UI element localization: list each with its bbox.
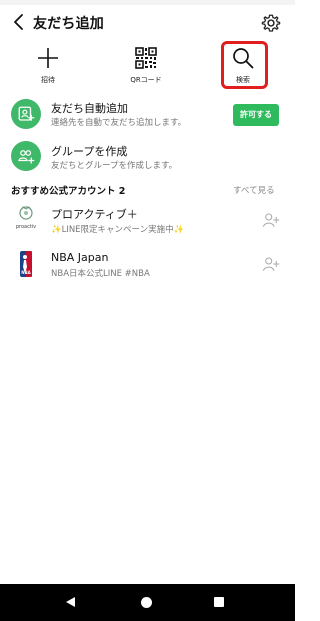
status-bar <box>0 0 295 5</box>
person-add-icon <box>18 106 35 121</box>
square-recents-icon[interactable] <box>214 597 224 607</box>
account-name: プロアクティブ＋ <box>51 208 138 221</box>
auto-add-icon-circle <box>11 99 41 129</box>
create-group-icon-circle <box>11 141 41 171</box>
add-friend-icon[interactable] <box>262 255 280 273</box>
system-navigation-bar <box>0 584 295 621</box>
gear-icon <box>261 14 281 32</box>
allow-button[interactable]: 許可する <box>233 104 279 126</box>
see-all-link[interactable]: すべて見る <box>233 184 275 196</box>
qr-code-icon <box>135 47 157 69</box>
account-name: NBA Japan <box>51 251 109 264</box>
empty-content-area <box>0 288 295 584</box>
plus-icon <box>38 48 58 68</box>
settings-button[interactable] <box>260 12 282 34</box>
search-highlight-box <box>221 41 268 89</box>
triangle-back-icon[interactable] <box>66 597 75 607</box>
group-add-icon <box>18 150 35 164</box>
header: 友だち追加 <box>0 6 295 38</box>
circle-home-icon[interactable] <box>141 597 152 608</box>
account-row-nba[interactable]: NBA NBA Japan NBA日本公式LINE #NBA <box>0 249 295 283</box>
account-description: NBA日本公式LINE #NBA <box>51 269 150 279</box>
add-friend-icon[interactable] <box>262 211 280 229</box>
auto-add-subtitle: 連絡先を自動で友だち追加します。 <box>51 118 187 128</box>
account-row-proactiv[interactable]: proactiv プロアクティブ＋ ✨LINE限定キャンペーン実施中✨ <box>0 203 295 237</box>
back-button[interactable] <box>8 10 32 34</box>
chevron-left-icon <box>14 14 23 30</box>
qr-code-button[interactable]: QRコード <box>108 44 184 90</box>
page-title: 友だち追加 <box>33 16 104 32</box>
qr-code-label: QRコード <box>130 76 162 84</box>
account-description: ✨LINE限定キャンペーン実施中✨ <box>51 225 185 235</box>
recommended-section-title: おすすめ公式アカウント 2 <box>11 186 126 197</box>
proactiv-logo-text: proactiv <box>15 224 37 230</box>
create-group-subtitle: 友だちとグループを作成します。 <box>51 161 178 171</box>
auto-add-row[interactable]: 友だち自動追加 連絡先を自動で友だち追加します。 許可する <box>0 97 295 131</box>
create-group-title: グループを作成 <box>51 145 128 158</box>
auto-add-title: 友だち自動追加 <box>51 102 128 115</box>
nba-logo-text: NBA <box>21 270 31 275</box>
proactiv-logo: proactiv <box>11 203 41 233</box>
invite-button[interactable]: 招待 <box>10 44 86 90</box>
invite-label: 招待 <box>41 76 55 84</box>
create-group-row[interactable]: グループを作成 友だちとグループを作成します。 <box>0 141 295 175</box>
nba-logo: NBA <box>11 249 41 279</box>
